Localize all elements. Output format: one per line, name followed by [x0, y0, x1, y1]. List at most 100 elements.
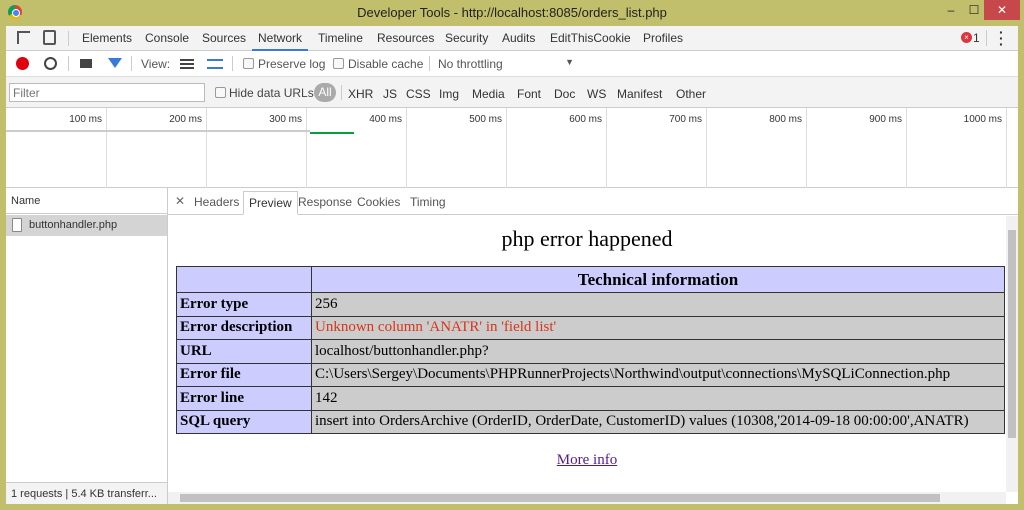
close-button[interactable]: ✕: [984, 0, 1020, 20]
vertical-scroll-thumb[interactable]: [1008, 230, 1016, 438]
title-bar: Developer Tools - http://localhost:8085/…: [0, 0, 1024, 26]
network-toolbar: View: Preserve log Disable cache No thro…: [6, 51, 1018, 77]
status-summary: 1 requests | 5.4 KB transferr...: [6, 482, 167, 504]
requests-panel: Name buttonhandler.php 1 requests | 5.4 …: [6, 188, 168, 504]
filter-all[interactable]: All: [314, 83, 336, 102]
vertical-scrollbar[interactable]: [1006, 216, 1018, 492]
chevron-down-icon: ▼: [565, 57, 574, 67]
request-name: buttonhandler.php: [29, 219, 118, 231]
table-row: Error type 256: [176, 292, 1005, 317]
tab-timeline[interactable]: Timeline: [318, 26, 363, 51]
device-mode-icon[interactable]: [43, 30, 56, 45]
tab-timing[interactable]: Timing: [405, 191, 451, 215]
tab-elements[interactable]: Elements: [82, 26, 132, 51]
preserve-log-checkbox[interactable]: [243, 58, 254, 69]
tab-headers[interactable]: Headers: [189, 191, 244, 215]
table-row: Error file C:\Users\Sergey\Documents\PHPR…: [176, 362, 1005, 387]
preview-pane: php error happened Technical information…: [168, 216, 1006, 492]
hide-data-urls-checkbox[interactable]: [215, 87, 226, 98]
file-icon: [12, 218, 22, 232]
error-icon[interactable]: ×: [961, 32, 972, 43]
row-label: Error description: [176, 315, 312, 340]
inspect-element-icon[interactable]: [17, 31, 30, 44]
disable-cache-label: Disable cache: [348, 57, 424, 71]
detail-tab-bar: ✕ Headers Preview Response Cookies Timin…: [168, 188, 1018, 215]
timeline-tick: 200 ms: [107, 108, 207, 188]
filter-manifest[interactable]: Manifest: [617, 87, 662, 101]
tab-profiles[interactable]: Profiles: [643, 26, 683, 51]
timeline-tick: 1000 ms: [907, 108, 1007, 188]
timeline-tick: 900 ms: [807, 108, 907, 188]
row-label: Error type: [176, 292, 312, 317]
row-value: 142: [311, 386, 1005, 411]
more-options-icon[interactable]: · · ·: [999, 25, 1004, 51]
tab-network[interactable]: Network: [252, 26, 309, 51]
window-title: Developer Tools - http://localhost:8085/…: [357, 5, 667, 20]
maximize-button[interactable]: ☐: [964, 0, 984, 20]
request-row[interactable]: buttonhandler.php: [6, 215, 167, 236]
main-tab-bar: Elements Console Sources Network Timelin…: [6, 25, 1018, 51]
filter-js[interactable]: JS: [383, 87, 397, 101]
horizontal-scrollbar[interactable]: [168, 492, 1006, 504]
disable-cache-checkbox[interactable]: [333, 58, 344, 69]
filter-media[interactable]: Media: [472, 87, 505, 101]
technical-info-table: Technical information Error type 256 Erro…: [176, 266, 1005, 434]
row-value: 256: [311, 292, 1005, 317]
row-value: localhost/buttonhandler.php?: [311, 339, 1005, 364]
filter-xhr[interactable]: XHR: [348, 87, 373, 101]
error-heading: php error happened: [501, 226, 673, 251]
capture-screenshots-icon[interactable]: [80, 59, 92, 68]
timeline-tick: 700 ms: [607, 108, 707, 188]
row-label: URL: [176, 339, 312, 364]
filter-bar: Hide data URLs All XHR JS CSS Img Media …: [6, 77, 1018, 108]
timeline-bar-waiting: [6, 130, 310, 132]
filter-ws[interactable]: WS: [587, 87, 606, 101]
overview-icon[interactable]: [207, 59, 223, 69]
hide-data-urls-label: Hide data URLs: [229, 86, 314, 100]
row-label: Error file: [176, 362, 312, 387]
timeline-overview[interactable]: 100 ms 200 ms 300 ms 400 ms 500 ms 600 m…: [6, 108, 1018, 188]
more-info-link[interactable]: More info: [168, 452, 1006, 469]
tab-sources[interactable]: Sources: [202, 26, 246, 51]
close-details-icon[interactable]: ✕: [175, 194, 185, 208]
table-header: Technical information: [311, 266, 1005, 293]
minimize-button[interactable]: –: [938, 0, 964, 20]
filter-font[interactable]: Font: [517, 87, 541, 101]
row-value: insert into OrdersArchive (OrderID, Orde…: [311, 409, 1005, 434]
view-label: View:: [141, 57, 171, 71]
tab-cookies[interactable]: Cookies: [352, 191, 405, 215]
filter-icon[interactable]: [108, 58, 122, 68]
request-details: ✕ Headers Preview Response Cookies Timin…: [168, 188, 1018, 504]
row-label: Error line: [176, 386, 312, 411]
filter-doc[interactable]: Doc: [554, 87, 575, 101]
tab-response[interactable]: Response: [293, 191, 357, 215]
tab-editthiscookie[interactable]: EditThisCookie: [550, 26, 631, 51]
tab-resources[interactable]: Resources: [377, 26, 434, 51]
row-value: Unknown column 'ANATR' in 'field list': [311, 315, 1005, 340]
filter-input[interactable]: [9, 83, 205, 102]
tab-security[interactable]: Security: [445, 26, 488, 51]
table-row: Error description Unknown column 'ANATR' …: [176, 315, 1005, 340]
timeline-tick: 600 ms: [507, 108, 607, 188]
error-count[interactable]: 1: [973, 31, 980, 45]
timeline-tick: 500 ms: [407, 108, 507, 188]
large-request-rows-icon[interactable]: [180, 59, 194, 69]
clear-icon[interactable]: [44, 57, 57, 70]
row-value: C:\Users\Sergey\Documents\PHPRunnerProje…: [311, 362, 1005, 387]
tab-audits[interactable]: Audits: [502, 26, 535, 51]
name-column-header[interactable]: Name: [6, 188, 167, 214]
filter-img[interactable]: Img: [439, 87, 459, 101]
timeline-tick: 400 ms: [307, 108, 407, 188]
preserve-log-label: Preserve log: [258, 57, 326, 71]
timeline-tick: 800 ms: [707, 108, 807, 188]
tab-preview[interactable]: Preview: [243, 191, 298, 215]
record-icon[interactable]: [16, 57, 29, 70]
tab-console[interactable]: Console: [145, 26, 189, 51]
timeline-bar-download: [310, 132, 354, 134]
filter-css[interactable]: CSS: [406, 87, 431, 101]
table-row: URL localhost/buttonhandler.php?: [176, 339, 1005, 364]
throttling-select[interactable]: No throttling ▼: [438, 57, 574, 71]
filter-other[interactable]: Other: [676, 87, 706, 101]
throttling-value: No throttling: [438, 57, 503, 71]
horizontal-scroll-thumb[interactable]: [180, 494, 940, 502]
